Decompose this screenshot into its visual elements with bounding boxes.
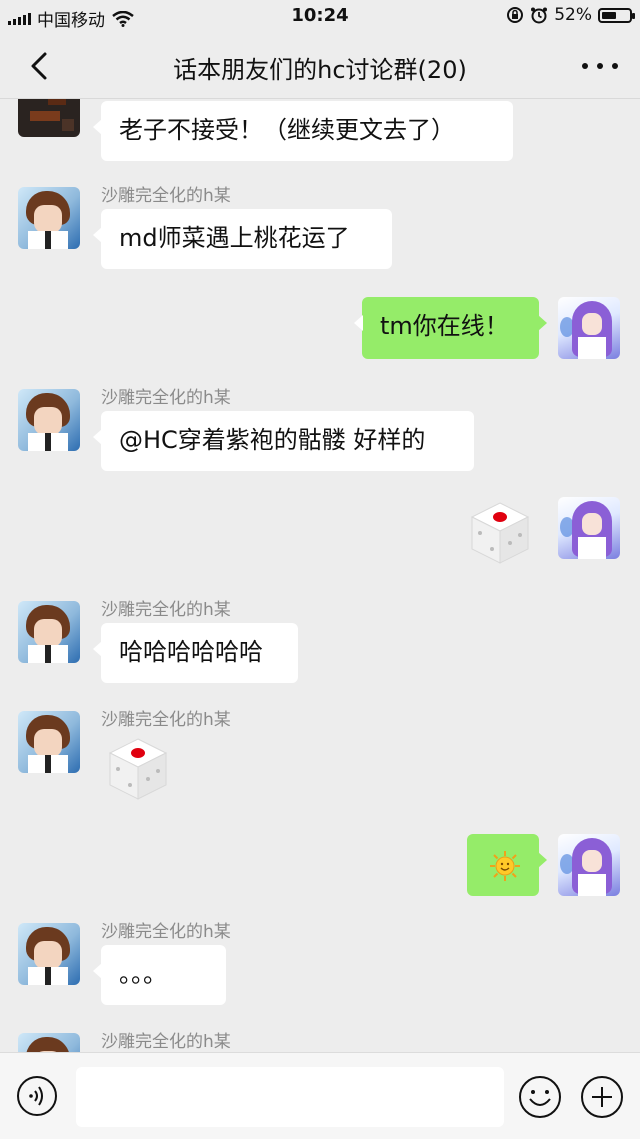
sun-emoji-icon: [490, 851, 520, 881]
sender-name: 沙雕完全化的h某: [101, 388, 231, 408]
emoji-smile-icon[interactable]: [518, 1075, 562, 1119]
message-input[interactable]: [76, 1067, 504, 1127]
avatar[interactable]: [18, 99, 80, 137]
avatar[interactable]: [558, 297, 620, 359]
dice-icon[interactable]: [466, 499, 534, 567]
avatar[interactable]: [558, 834, 620, 896]
battery-percent: 52%: [554, 5, 592, 25]
message-item: 沙雕完全化的h某 @HC穿着紫袍的骷髅 好样的: [0, 381, 640, 481]
chat-title: 话本朋友们的hc讨论群(20): [173, 56, 467, 84]
message-item: 沙雕完全化的h某 哈哈哈哈哈哈: [0, 595, 640, 695]
more-dots-icon[interactable]: [582, 54, 618, 78]
message-bubble[interactable]: md师菜遇上桃花运了: [93, 209, 392, 269]
avatar[interactable]: [18, 187, 80, 249]
message-item: tm你在线！: [0, 297, 640, 367]
avatar[interactable]: [18, 923, 80, 985]
sender-name: 沙雕完全化的h某: [101, 1032, 231, 1052]
message-bubble[interactable]: 老子不接受！（继续更文去了）: [93, 101, 513, 161]
message-list[interactable]: 老子不接受！（继续更文去了） 沙雕完全化的h某 md师菜遇上桃花运了 tm你在线…: [0, 99, 640, 1052]
avatar[interactable]: [18, 711, 80, 773]
sender-name: 沙雕完全化的h某: [101, 710, 231, 730]
status-bar: 中国移动 10:24 52%: [0, 0, 640, 34]
input-bar: [0, 1052, 640, 1139]
voice-icon[interactable]: [16, 1075, 58, 1117]
message-bubble[interactable]: @HC穿着紫袍的骷髅 好样的: [93, 411, 474, 471]
dice-icon[interactable]: [104, 735, 172, 803]
battery-icon: [598, 7, 635, 23]
chevron-left-icon[interactable]: [22, 48, 58, 84]
message-item: 沙雕完全化的h某 md师菜遇上桃花运了: [0, 181, 640, 281]
alarm-icon: [531, 7, 548, 24]
message-bubble[interactable]: 哈哈哈哈哈哈: [93, 623, 298, 683]
message-bubble[interactable]: tm你在线！: [354, 297, 547, 359]
sender-name: 沙雕完全化的h某: [101, 922, 231, 942]
message-item: 沙雕完全化的h某 。。。: [0, 917, 640, 1017]
message-item: 沙雕完全化的h某: [0, 1027, 640, 1052]
sender-name: 沙雕完全化的h某: [101, 600, 231, 620]
avatar[interactable]: [558, 497, 620, 559]
plus-circle-icon[interactable]: [580, 1075, 624, 1119]
message-item: 老子不接受！（继续更文去了）: [0, 99, 640, 169]
message-item: [0, 834, 640, 909]
message-item: 沙雕完全化的h某: [0, 705, 640, 815]
avatar[interactable]: [18, 601, 80, 663]
message-bubble[interactable]: [467, 834, 547, 896]
message-bubble[interactable]: 。。。: [93, 945, 226, 1005]
message-item: [0, 497, 640, 572]
avatar[interactable]: [18, 389, 80, 451]
avatar[interactable]: [18, 1033, 80, 1052]
sender-name: 沙雕完全化的h某: [101, 186, 231, 206]
rotation-lock-icon: [507, 7, 524, 23]
chat-header: 话本朋友们的hc讨论群(20): [0, 34, 640, 99]
